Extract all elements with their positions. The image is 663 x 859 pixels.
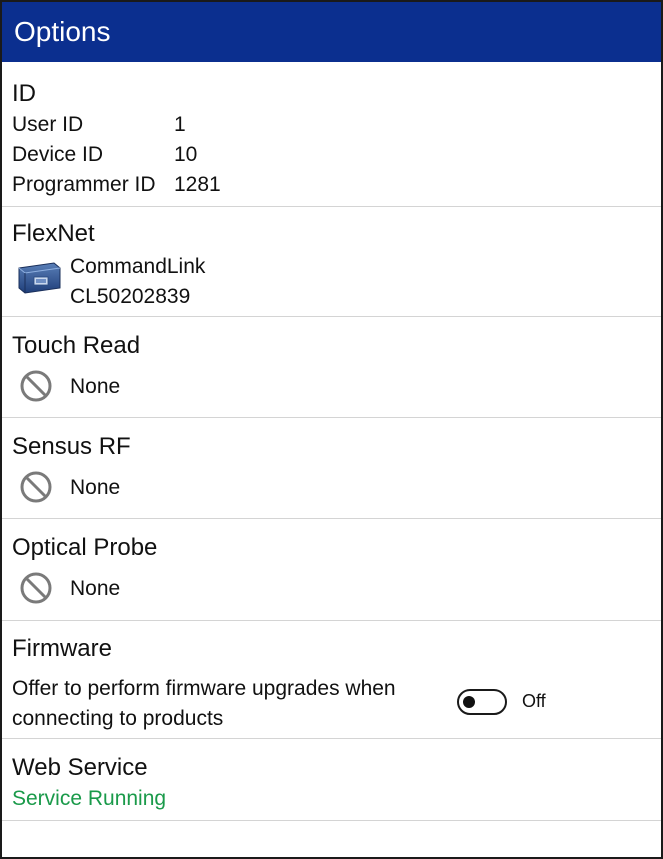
touch-read-heading: Touch Read [12,332,141,359]
touch-read-section: Touch Read None [2,316,661,418]
firmware-description-line1: Offer to perform firmware upgrades when [12,677,396,700]
flexnet-heading: FlexNet [12,220,95,247]
none-icon [20,471,52,503]
sensus-rf-section: Sensus RF None [2,417,661,519]
id-section: ID User ID 1 Device ID 10 Programmer ID … [2,62,661,207]
user-id-value: 1 [174,113,186,136]
flexnet-device-name: CommandLink [70,255,206,278]
toggle-knob [463,696,475,708]
window-title: Options [14,16,111,47]
device-id-label: Device ID [12,143,104,166]
sensus-rf-value: None [70,476,121,499]
optical-probe-heading: Optical Probe [12,534,158,561]
firmware-toggle-state: Off [522,691,546,711]
firmware-section: Firmware Offer to perform firmware upgra… [2,620,661,739]
programmer-id-label: Programmer ID [12,173,156,196]
web-service-section: Web Service Service Running [2,738,661,821]
commandlink-device-icon [18,262,61,294]
id-heading: ID [12,80,36,107]
flexnet-device-serial: CL50202839 [70,285,191,308]
optical-probe-section: Optical Probe None [2,518,661,621]
none-icon [20,370,52,402]
firmware-upgrade-toggle[interactable] [457,689,507,715]
optical-probe-value: None [70,577,121,600]
firmware-heading: Firmware [12,635,112,662]
title-bar: Options [2,2,661,62]
user-id-label: User ID [12,113,84,136]
web-service-heading: Web Service [12,754,148,781]
options-window: Options ID User ID 1 Device ID 10 Progra… [0,0,663,859]
programmer-id-value: 1281 [174,173,221,196]
device-id-value: 10 [174,143,198,166]
web-service-status: Service Running [12,787,167,810]
firmware-description-line2: connecting to products [12,707,224,730]
touch-read-value: None [70,375,121,398]
flexnet-section: FlexNet CommandLink CL50202839 [2,206,661,317]
sensus-rf-heading: Sensus RF [12,433,131,460]
none-icon [20,572,52,604]
